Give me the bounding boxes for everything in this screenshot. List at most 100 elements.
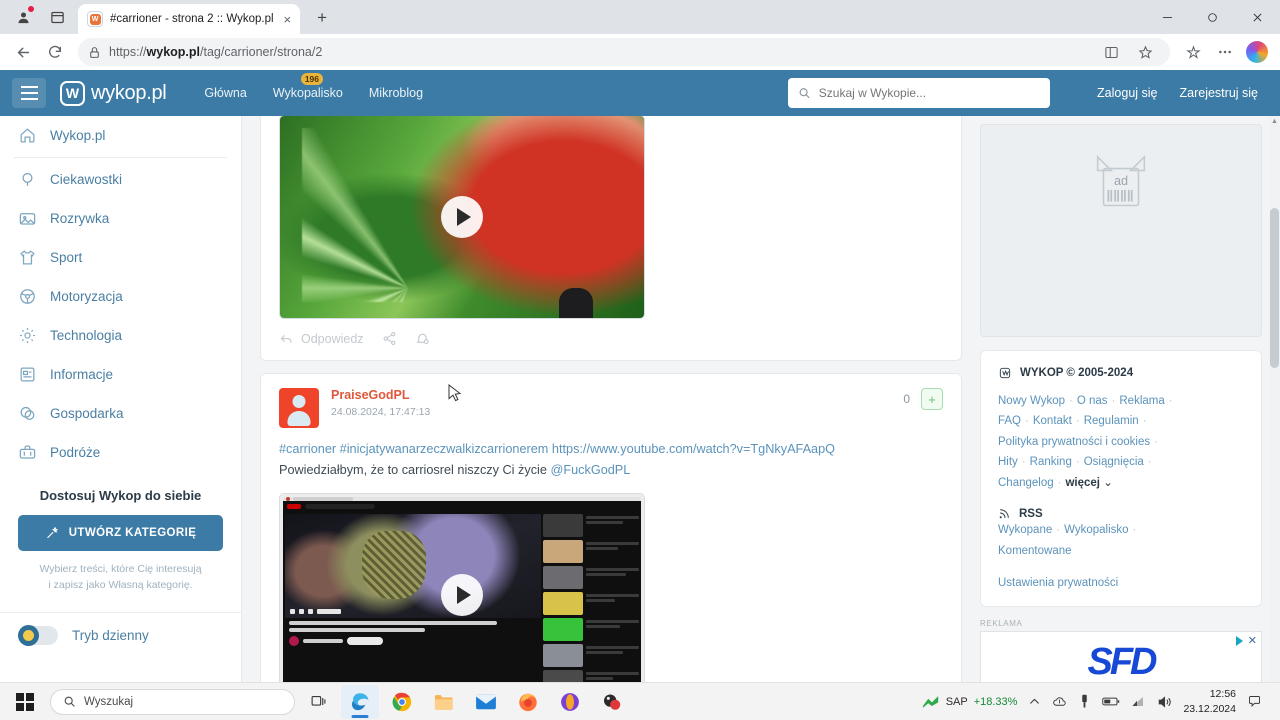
onedrive-icon[interactable] <box>1052 694 1067 709</box>
video-thumbnail-youtube[interactable] <box>279 493 645 692</box>
split-screen-icon[interactable] <box>1096 37 1126 67</box>
notify-action[interactable] <box>415 331 430 346</box>
new-tab-button[interactable]: + <box>308 4 336 32</box>
reply-action[interactable]: Odpowiedz <box>279 331 364 346</box>
sidebar-item-motoryzacja[interactable]: Motoryzacja <box>0 277 241 316</box>
sidebar-item-wykop[interactable]: Wykop.pl <box>0 116 241 155</box>
privacy-settings-link[interactable]: Ustawienia prywatności <box>998 577 1244 589</box>
back-icon[interactable] <box>8 37 38 67</box>
volume-icon[interactable] <box>1157 695 1172 709</box>
footer-link-ranking[interactable]: Ranking <box>1030 456 1072 468</box>
browser-window: W #carrioner - strona 2 :: Wykop.pl × + <box>0 0 1280 720</box>
edge-icon[interactable] <box>341 684 379 719</box>
menu-hamburger-icon[interactable] <box>12 78 46 108</box>
sidebar-item-rozrywka[interactable]: Rozrywka <box>0 199 241 238</box>
tab-search-button[interactable] <box>42 2 72 32</box>
footer-link-o-nas[interactable]: O nas <box>1077 395 1108 407</box>
sidebar-item-podroze[interactable]: Podróże <box>0 433 241 472</box>
taskbar-clock[interactable]: 12:56 23.12.2024 <box>1183 687 1236 715</box>
nav-item-wykopalisko[interactable]: Wykopalisko 196 <box>273 73 343 100</box>
entry-username[interactable]: PraiseGodPL <box>331 388 430 402</box>
hashtag-inicjatywa[interactable]: #inicjatywanarzeczwalkizcarrionerem <box>340 442 549 456</box>
restore-button[interactable] <box>1190 0 1235 34</box>
taskbar-search[interactable]: Wyszukaj <box>50 688 295 715</box>
sidebar-item-informacje[interactable]: Informacje <box>0 355 241 394</box>
nav-item-glowna[interactable]: Główna <box>204 86 246 100</box>
tray-expand-icon[interactable] <box>1028 695 1041 708</box>
firefox-icon[interactable] <box>509 685 547 719</box>
entry-card: PraiseGodPL 24.08.2024, 17:47:13 0 + #ca… <box>260 373 962 692</box>
day-mode-row[interactable]: Tryb dzienny <box>0 613 241 658</box>
avatar[interactable] <box>279 388 319 428</box>
scroll-up-arrow[interactable]: ▲ <box>1269 116 1280 125</box>
share-action[interactable] <box>382 331 397 346</box>
sidebar-item-technologia[interactable]: Technologia <box>0 316 241 355</box>
rss-link-wykopalisko[interactable]: Wykopalisko <box>1064 524 1128 536</box>
create-category-button[interactable]: UTWÓRZ KATEGORIĘ <box>18 515 223 551</box>
app-icon[interactable] <box>593 685 631 719</box>
nav-item-mikroblog[interactable]: Mikroblog <box>369 86 423 100</box>
close-button[interactable] <box>1235 0 1280 34</box>
profile-button[interactable] <box>8 2 38 32</box>
site-logo[interactable]: W wykop.pl <box>60 80 167 106</box>
footer-link-osiagniecia[interactable]: Osiągnięcia <box>1084 456 1144 468</box>
footer-link-nowy-wykop[interactable]: Nowy Wykop <box>998 395 1065 407</box>
footer-link-polityka[interactable]: Polityka prywatności i cookies <box>998 436 1150 448</box>
theme-toggle[interactable] <box>18 624 58 646</box>
rss-link-wykopane[interactable]: Wykopane <box>998 524 1052 536</box>
upvote-button[interactable]: + <box>921 388 943 410</box>
hashtag-carrioner[interactable]: #carrioner <box>279 442 336 456</box>
ad-choices-icon[interactable] <box>1235 635 1243 646</box>
register-button[interactable]: Zarejestruj się <box>1180 86 1259 100</box>
sidebar-item-gospodarka[interactable]: Gospodarka <box>0 394 241 433</box>
rss-links: Wykopane · Wykopalisko · Komentowane <box>998 520 1244 561</box>
site-search[interactable] <box>788 78 1050 108</box>
copilot-icon[interactable] <box>1242 37 1272 67</box>
youtube-link[interactable]: https://www.youtube.com/watch?v=TgNkyAFA… <box>552 442 835 456</box>
tab-favicon: W <box>87 11 103 27</box>
mention-fuckgodpl[interactable]: @FuckGodPL <box>550 463 630 477</box>
opera-icon[interactable] <box>551 685 589 719</box>
search-input[interactable] <box>818 86 1040 100</box>
ad-close-icon[interactable]: ✕ <box>1248 634 1257 647</box>
file-explorer-icon[interactable] <box>425 685 463 719</box>
login-button[interactable]: Zaloguj się <box>1097 86 1157 100</box>
scrollbar-thumb[interactable] <box>1270 208 1279 368</box>
play-button-icon[interactable] <box>441 196 483 238</box>
footer-link-regulamin[interactable]: Regulamin <box>1084 415 1139 427</box>
wifi-icon[interactable] <box>1131 695 1146 708</box>
task-view-icon[interactable] <box>299 685 337 719</box>
start-button[interactable] <box>8 687 42 717</box>
svg-text:ad: ad <box>1114 174 1128 188</box>
lightbulb-icon <box>18 170 37 189</box>
footer-link-faq[interactable]: FAQ <box>998 415 1021 427</box>
page-scrollbar[interactable]: ▲ <box>1269 116 1280 692</box>
footer-more-link[interactable]: więcej <box>1065 477 1100 489</box>
more-options-icon[interactable] <box>1210 37 1240 67</box>
play-button-icon-2[interactable] <box>441 574 483 617</box>
browser-tab[interactable]: W #carrioner - strona 2 :: Wykop.pl × <box>78 4 301 34</box>
footer-link-hity[interactable]: Hity <box>998 456 1018 468</box>
stock-arrow-icon <box>922 696 938 708</box>
chrome-icon[interactable] <box>383 685 421 719</box>
sfd-logo: SFD <box>1087 640 1158 683</box>
footer-link-kontakt[interactable]: Kontakt <box>1033 415 1072 427</box>
sidebar-item-ciekawostki[interactable]: Ciekawostki <box>0 160 241 199</box>
footer-link-reklama[interactable]: Reklama <box>1119 395 1164 407</box>
video-thumbnail-weed[interactable] <box>279 116 645 319</box>
battery-icon[interactable] <box>1102 696 1120 707</box>
notifications-icon[interactable] <box>1247 694 1262 709</box>
minimize-button[interactable] <box>1145 0 1190 34</box>
address-bar[interactable]: https://wykop.pl/tag/carrioner/strona/2 <box>78 38 1170 66</box>
stock-widget[interactable]: SAP +18.33% <box>922 695 1017 708</box>
footer-link-changelog[interactable]: Changelog <box>998 477 1054 489</box>
sidebar-item-sport[interactable]: Sport <box>0 238 241 277</box>
reload-icon[interactable] <box>40 37 70 67</box>
collections-icon[interactable] <box>1178 37 1208 67</box>
right-rail: ad WYKOP © 2005-2024 Nowy Wykop · O nas … <box>980 116 1280 692</box>
mail-icon[interactable] <box>467 685 505 719</box>
usb-icon[interactable] <box>1078 694 1091 709</box>
rss-link-komentowane[interactable]: Komentowane <box>998 545 1072 557</box>
tab-close-icon[interactable]: × <box>281 12 295 27</box>
favorite-star-icon[interactable] <box>1130 37 1160 67</box>
